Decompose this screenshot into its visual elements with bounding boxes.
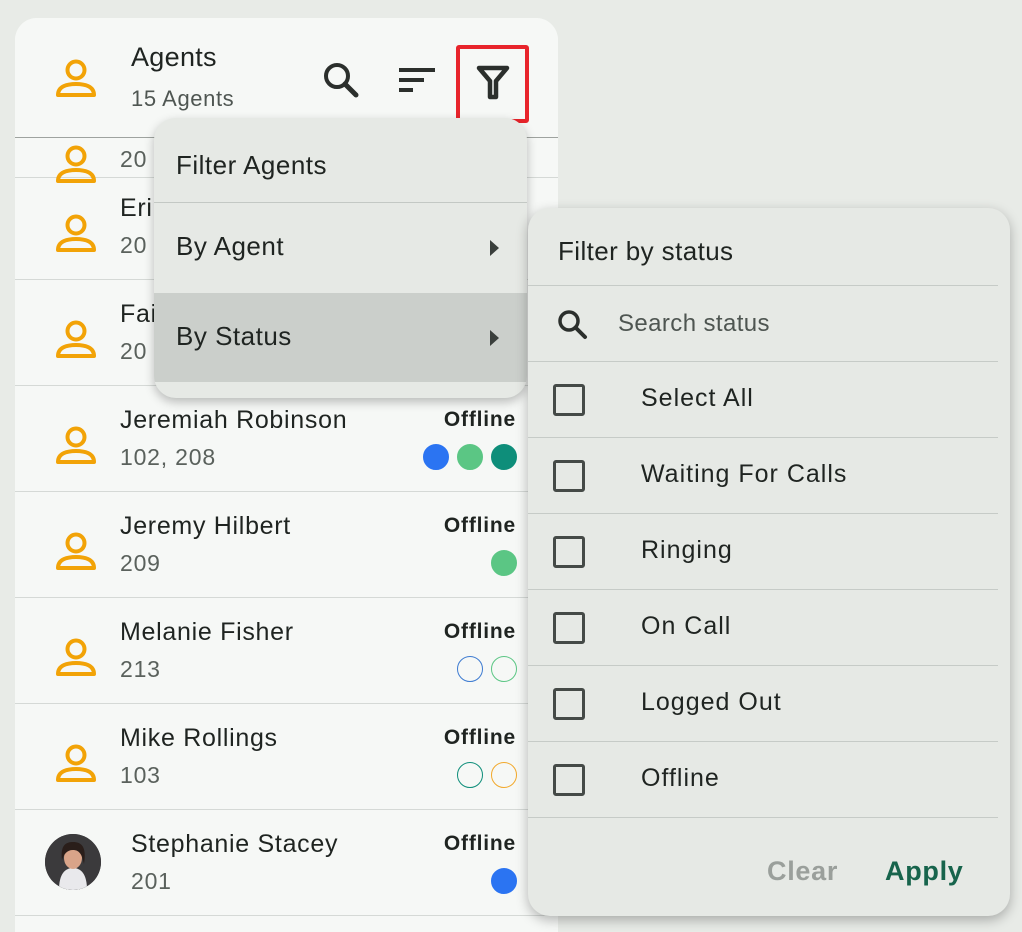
agent-name: Fai <box>120 300 157 328</box>
agent-extension: 209 <box>120 550 161 576</box>
person-icon <box>53 317 99 368</box>
status-option-on-call[interactable]: On Call <box>528 590 998 666</box>
status-dot <box>423 444 449 470</box>
filter-button[interactable] <box>456 45 529 123</box>
checkbox[interactable] <box>553 764 585 796</box>
option-label: Offline <box>641 764 720 792</box>
menu-item-label: By Agent <box>176 231 285 261</box>
filter-icon <box>476 64 510 105</box>
status-label: Offline <box>443 726 516 749</box>
status-dot <box>491 868 517 894</box>
device-status-dots <box>457 762 517 788</box>
agent-count: 15 Agents <box>131 86 235 111</box>
menu-title: Filter Agents <box>176 150 328 180</box>
status-search-field[interactable]: Search status <box>528 286 998 362</box>
search-icon <box>321 60 361 105</box>
agent-extension: 201 <box>131 868 172 894</box>
option-label: Select All <box>641 384 754 412</box>
option-label: Waiting For Calls <box>641 460 848 488</box>
option-label: Ringing <box>641 536 733 564</box>
apply-button[interactable]: Apply <box>885 856 964 887</box>
filter-by-status-panel: Filter by status Search status Select Al… <box>528 208 1010 916</box>
menu-item-by-agent[interactable]: By Agent <box>154 203 527 292</box>
status-dot <box>457 656 483 682</box>
sort-icon <box>397 64 437 101</box>
agent-extension: 20 <box>120 232 148 258</box>
option-label: On Call <box>641 612 732 640</box>
person-icon <box>53 56 99 107</box>
panel-actions: Clear Apply <box>528 828 1010 916</box>
search-input[interactable]: Search status <box>618 310 770 338</box>
status-dot <box>491 656 517 682</box>
avatar <box>45 834 101 890</box>
chevron-right-icon <box>490 240 499 256</box>
filter-agents-menu: Filter Agents By Agent By Status <box>154 118 527 398</box>
list-item[interactable]: Jeremy Hilbert 209 Offline <box>15 492 558 598</box>
device-status-dots <box>423 444 517 470</box>
search-icon <box>556 308 588 345</box>
chevron-right-icon <box>490 330 499 346</box>
agent-name: Jeremiah Robinson <box>120 406 348 434</box>
menu-item-by-status[interactable]: By Status <box>154 293 527 382</box>
status-dot <box>457 762 483 788</box>
status-dot <box>491 762 517 788</box>
checkbox[interactable] <box>553 460 585 492</box>
list-item[interactable]: Mike Rollings 103 Offline <box>15 704 558 810</box>
device-status-dots <box>491 868 517 894</box>
menu-item-label: By Status <box>176 321 292 351</box>
agent-name: Mike Rollings <box>120 724 278 752</box>
agent-extension: 102, 208 <box>120 444 216 470</box>
agent-name: Stephanie Stacey <box>131 830 339 858</box>
agent-extension: 20 <box>120 338 148 364</box>
status-label: Offline <box>443 514 516 537</box>
list-item[interactable]: Stephanie Stacey 201 Offline <box>15 810 558 916</box>
agent-name: Jeremy Hilbert <box>120 512 291 540</box>
clear-button[interactable]: Clear <box>767 856 838 887</box>
device-status-dots <box>491 550 517 576</box>
agent-name: Eri <box>120 194 153 222</box>
checkbox[interactable] <box>553 688 585 720</box>
divider <box>528 817 998 818</box>
status-dot <box>491 444 517 470</box>
status-option-offline[interactable]: Offline <box>528 742 998 818</box>
person-icon <box>53 741 99 792</box>
panel-title: Filter by status <box>558 236 734 266</box>
search-button[interactable] <box>317 58 365 106</box>
status-dot <box>491 550 517 576</box>
status-label: Offline <box>443 620 516 643</box>
agent-extension: 213 <box>120 656 161 682</box>
person-icon <box>53 423 99 474</box>
agent-extension: 103 <box>120 762 161 788</box>
status-option-ringing[interactable]: Ringing <box>528 514 998 590</box>
device-status-dots <box>457 656 517 682</box>
checkbox[interactable] <box>553 536 585 568</box>
agent-name: Melanie Fisher <box>120 618 294 646</box>
status-option-select-all[interactable]: Select All <box>528 362 998 438</box>
status-label: Offline <box>443 832 516 855</box>
status-option-waiting-for-calls[interactable]: Waiting For Calls <box>528 438 998 514</box>
person-icon <box>53 211 99 262</box>
person-icon <box>53 529 99 580</box>
sort-button[interactable] <box>393 58 441 106</box>
checkbox[interactable] <box>553 384 585 416</box>
person-icon <box>53 635 99 686</box>
status-option-logged-out[interactable]: Logged Out <box>528 666 998 742</box>
list-item[interactable]: Jeremiah Robinson 102, 208 Offline <box>15 386 558 492</box>
status-label: Offline <box>443 408 516 431</box>
list-item[interactable]: Melanie Fisher 213 Offline <box>15 598 558 704</box>
status-dot <box>457 444 483 470</box>
agent-extension: 20 <box>120 146 148 172</box>
page-title: Agents <box>131 42 217 72</box>
checkbox[interactable] <box>553 612 585 644</box>
option-label: Logged Out <box>641 688 782 716</box>
